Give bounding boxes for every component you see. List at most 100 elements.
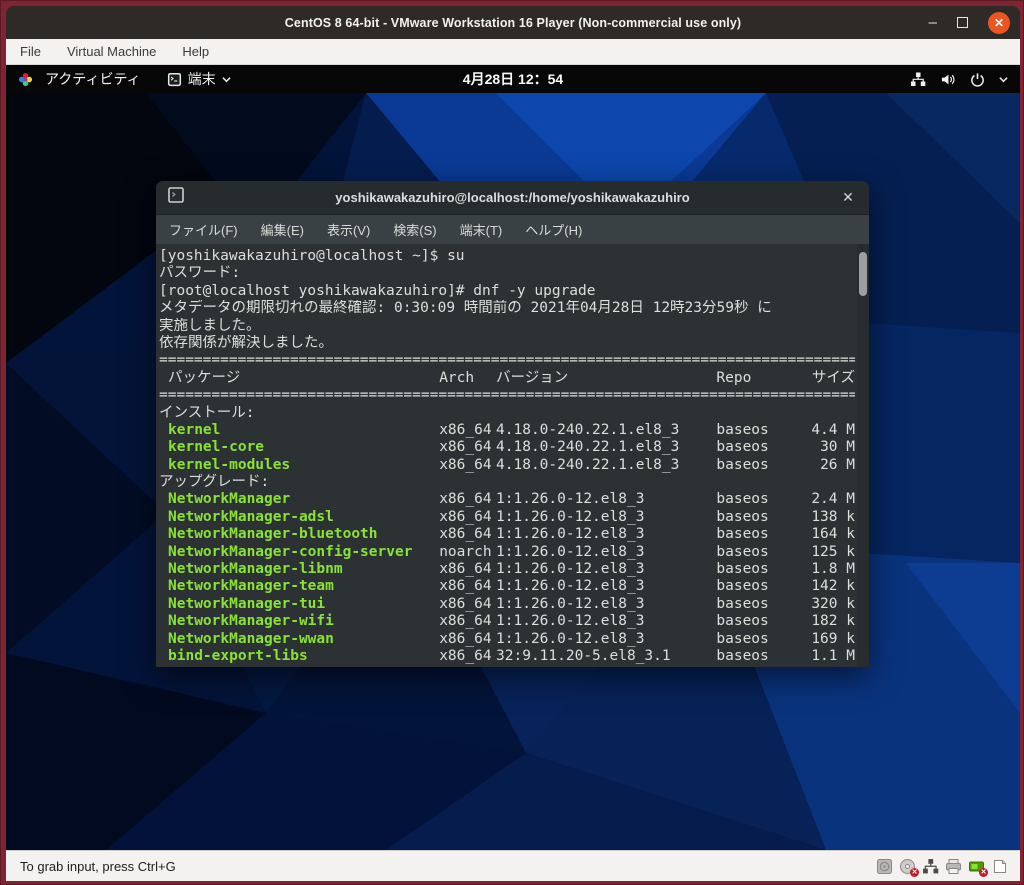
package-row: kernel-modulesx86_644.18.0-240.22.1.el8_… xyxy=(159,457,855,474)
terminal-scrollbar[interactable] xyxy=(857,244,869,667)
repo-cell: baseos xyxy=(716,491,808,508)
vmware-window: CentOS 8 64-bit - VMware Workstation 16 … xyxy=(0,0,1024,885)
package-row: NetworkManagerx86_641:1.26.0-12.el8_3bas… xyxy=(159,491,855,508)
terminal-title: yoshikawakazuhiro@localhost:/home/yoshik… xyxy=(156,190,869,205)
terminal-close-button[interactable]: ✕ xyxy=(839,189,857,207)
size-cell: 164 k xyxy=(808,526,855,543)
package-name-cell: NetworkManager-bluetooth xyxy=(159,526,439,543)
version-cell: 1:1.26.0-12.el8_3 xyxy=(496,578,716,595)
arch-cell: x86_64 xyxy=(439,491,496,508)
size-cell: 4.4 M xyxy=(808,422,855,439)
repo-cell: baseos xyxy=(716,631,808,648)
terminal-line: 実施しました。 xyxy=(159,318,855,335)
arch-cell: x86_64 xyxy=(439,509,496,526)
chevron-down-icon xyxy=(999,76,1008,83)
menu-file[interactable]: File xyxy=(20,44,41,59)
arch-cell: x86_64 xyxy=(439,439,496,456)
version-cell: 1:1.26.0-12.el8_3 xyxy=(496,596,716,613)
menu-help[interactable]: Help xyxy=(182,44,209,59)
package-row: kernel-corex86_644.18.0-240.22.1.el8_3ba… xyxy=(159,439,855,456)
repo-cell: baseos xyxy=(716,509,808,526)
repo-cell: baseos xyxy=(716,457,808,474)
version-cell: 1:1.26.0-12.el8_3 xyxy=(496,613,716,630)
package-name-cell: NetworkManager-libnm xyxy=(159,561,439,578)
terminal-menu-edit[interactable]: 編集(E) xyxy=(261,220,304,239)
maximize-button[interactable] xyxy=(957,17,968,28)
package-row: kernelx86_644.18.0-240.22.1.el8_3baseos4… xyxy=(159,422,855,439)
terminal-menu-terminal[interactable]: 端末(T) xyxy=(460,220,503,239)
package-name-cell: kernel-modules xyxy=(159,457,439,474)
wired-network-icon xyxy=(910,72,926,87)
version-cell: 1:1.26.0-12.el8_3 xyxy=(496,631,716,648)
version-cell: 1:1.26.0-12.el8_3 xyxy=(496,491,716,508)
arch-cell: x86_64 xyxy=(439,631,496,648)
close-button[interactable]: ✕ xyxy=(988,12,1010,34)
sound-card-icon[interactable]: ✕ xyxy=(968,858,985,875)
package-name-cell: NetworkManager xyxy=(159,491,439,508)
package-group-label: インストール: xyxy=(159,405,855,422)
package-name-cell: NetworkManager-adsl xyxy=(159,509,439,526)
status-hint-text: To grab input, press Ctrl+G xyxy=(6,859,176,874)
system-status-area[interactable] xyxy=(910,72,1008,87)
terminal-line: 依存関係が解決しました。 xyxy=(159,335,855,352)
arch-cell: x86_64 xyxy=(439,457,496,474)
header-arch: Arch xyxy=(439,370,496,387)
size-cell: 30 M xyxy=(808,439,855,456)
package-row: NetworkManager-bluetoothx86_641:1.26.0-1… xyxy=(159,526,855,543)
hard-disk-icon[interactable] xyxy=(876,858,893,875)
version-cell: 4.18.0-240.22.1.el8_3 xyxy=(496,422,716,439)
network-adapter-icon[interactable] xyxy=(922,858,939,875)
clipboard-icon[interactable] xyxy=(991,858,1008,875)
package-table: インストール:kernelx86_644.18.0-240.22.1.el8_3… xyxy=(159,405,855,666)
arch-cell: x86_64 xyxy=(439,648,496,665)
terminal-menu-help[interactable]: ヘルプ(H) xyxy=(525,220,582,239)
terminal-menu-search[interactable]: 検索(S) xyxy=(393,220,436,239)
terminal-menu-view[interactable]: 表示(V) xyxy=(327,220,370,239)
package-row: NetworkManager-adslx86_641:1.26.0-12.el8… xyxy=(159,509,855,526)
repo-cell: baseos xyxy=(716,561,808,578)
terminal-screen[interactable]: [yoshikawakazuhiro@localhost ~]$ su パスワー… xyxy=(156,244,869,667)
package-name-cell: NetworkManager-team xyxy=(159,578,439,595)
printer-icon[interactable] xyxy=(945,858,962,875)
package-row: NetworkManager-libnmx86_641:1.26.0-12.el… xyxy=(159,561,855,578)
package-row: NetworkManager-tuix86_641:1.26.0-12.el8_… xyxy=(159,596,855,613)
clock[interactable]: 4月28日 12：54 xyxy=(6,69,1020,89)
version-cell: 32:9.11.20-5.el8_3.1 xyxy=(496,648,716,665)
repo-cell: baseos xyxy=(716,596,808,613)
minimize-button[interactable]: – xyxy=(929,18,937,28)
package-name-cell: NetworkManager-wifi xyxy=(159,613,439,630)
header-package: パッケージ xyxy=(159,370,439,387)
menu-virtual-machine[interactable]: Virtual Machine xyxy=(67,44,156,59)
version-cell: 1:1.26.0-12.el8_3 xyxy=(496,544,716,561)
arch-cell: x86_64 xyxy=(439,422,496,439)
arch-cell: noarch xyxy=(439,544,496,561)
size-cell: 169 k xyxy=(808,631,855,648)
separator-line: ========================================… xyxy=(159,387,855,404)
package-name-cell: kernel xyxy=(159,422,439,439)
size-cell: 320 k xyxy=(808,596,855,613)
size-cell: 182 k xyxy=(808,613,855,630)
terminal-menu-file[interactable]: ファイル(F) xyxy=(169,220,238,239)
package-name-cell: NetworkManager-tui xyxy=(159,596,439,613)
arch-cell: x86_64 xyxy=(439,578,496,595)
vmware-menubar: File Virtual Machine Help xyxy=(6,39,1020,65)
size-cell: 26 M xyxy=(808,457,855,474)
disconnected-badge: ✕ xyxy=(979,868,988,877)
terminal-titlebar[interactable]: yoshikawakazuhiro@localhost:/home/yoshik… xyxy=(156,181,869,214)
version-cell: 1:1.26.0-12.el8_3 xyxy=(496,526,716,543)
power-icon xyxy=(970,72,985,87)
size-cell: 1.8 M xyxy=(808,561,855,578)
header-repo: Repo xyxy=(716,370,808,387)
version-cell: 4.18.0-240.22.1.el8_3 xyxy=(496,457,716,474)
package-group-label: アップグレード: xyxy=(159,474,855,491)
arch-cell: x86_64 xyxy=(439,613,496,630)
package-row: NetworkManager-teamx86_641:1.26.0-12.el8… xyxy=(159,578,855,595)
vmware-titlebar[interactable]: CentOS 8 64-bit - VMware Workstation 16 … xyxy=(6,6,1020,39)
repo-cell: baseos xyxy=(716,613,808,630)
size-cell: 1.1 M xyxy=(808,648,855,665)
size-cell: 2.4 M xyxy=(808,491,855,508)
scrollbar-thumb[interactable] xyxy=(859,252,867,296)
cd-rom-icon[interactable]: ✕ xyxy=(899,858,916,875)
package-row: NetworkManager-config-servernoarch1:1.26… xyxy=(159,544,855,561)
package-row: bind-export-libsx86_6432:9.11.20-5.el8_3… xyxy=(159,648,855,665)
